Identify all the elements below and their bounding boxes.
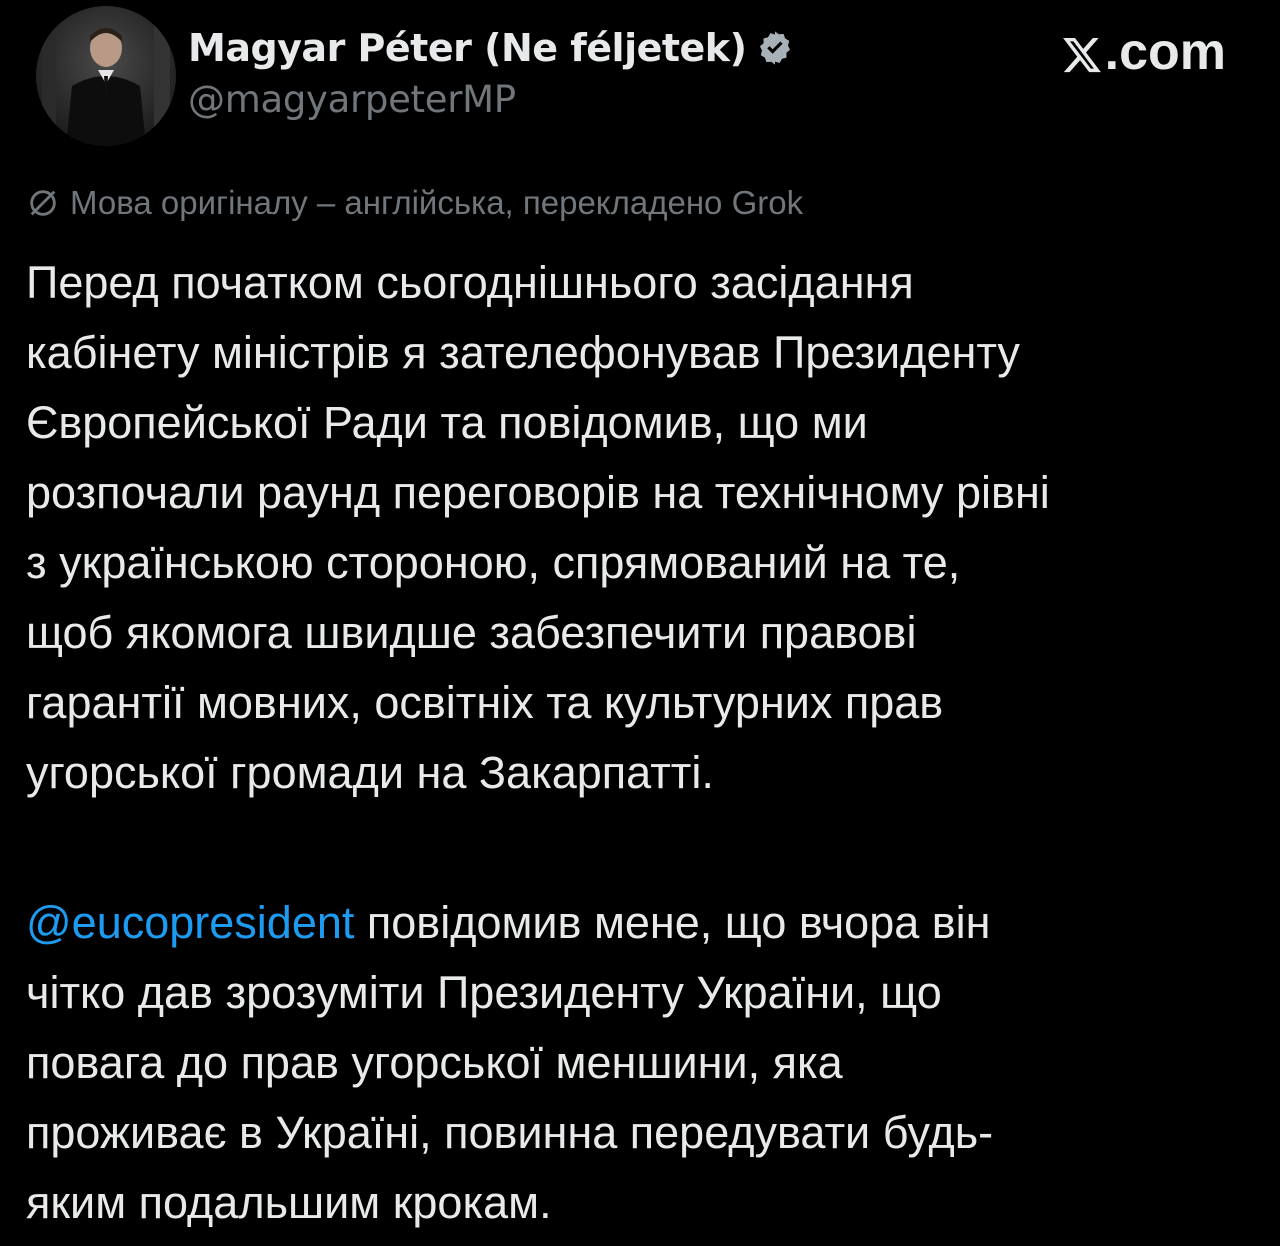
- display-name[interactable]: Magyar Péter (Ne féljetek): [188, 26, 747, 70]
- tweet-line: проживає в Україні, повинна передувати б…: [26, 1107, 994, 1158]
- tweet-line: угорської громади на Закарпатті.: [26, 747, 714, 798]
- tweet-text: Перед початком сьогоднішнього засідання …: [26, 248, 1258, 1238]
- translation-note[interactable]: Мова оригіналу – англійська, перекладено…: [26, 184, 803, 222]
- site-logo-suffix: .com: [1104, 23, 1226, 81]
- tweet-line: Перед початком сьогоднішнього засідання: [26, 257, 914, 308]
- tweet-line: яким подальшим крокам.: [26, 1177, 552, 1228]
- site-logo: .com: [1061, 22, 1226, 82]
- tweet-paragraph-1: Перед початком сьогоднішнього засідання …: [26, 248, 1258, 808]
- tweet-line: @eucopresident повідомив мене, що вчора …: [26, 888, 1258, 958]
- tweet-line: кабінету міністрів я зателефонував Прези…: [26, 327, 1020, 378]
- tweet-header: Magyar Péter (Ne féljetek) @magyarpeterM…: [24, 6, 1256, 146]
- name-row: Magyar Péter (Ne féljetek): [188, 20, 794, 76]
- tweet-line: з українською стороною, спрямований на т…: [26, 537, 961, 588]
- user-handle[interactable]: @magyarpeterMP: [188, 78, 794, 121]
- tweet-line: повага до прав угорської меншини, яка: [26, 1037, 843, 1088]
- avatar[interactable]: [36, 6, 176, 146]
- translation-note-text: Мова оригіналу – англійська, перекладено…: [70, 184, 804, 221]
- x-logo-icon: [1061, 30, 1103, 74]
- verified-badge-icon: [756, 29, 794, 67]
- mention-link[interactable]: @eucopresident: [26, 897, 354, 948]
- tweet-line: щоб якомога швидше забезпечити правові: [26, 607, 917, 658]
- tweet-line: розпочали раунд переговорів на технічном…: [26, 467, 1050, 518]
- tweet-paragraph-2: @eucopresident повідомив мене, що вчора …: [26, 888, 1258, 1238]
- globe-slash-icon: [26, 186, 60, 220]
- tweet-line: гарантії мовних, освітніх та культурних …: [26, 677, 944, 728]
- tweet-line: Європейської Ради та повідомив, що ми: [26, 397, 868, 448]
- tweet-line-rest: повідомив мене, що вчора він: [354, 897, 991, 948]
- tweet-line: чітко дав зрозуміти Президенту України, …: [26, 967, 942, 1018]
- user-info[interactable]: Magyar Péter (Ne féljetek) @magyarpeterM…: [188, 20, 794, 121]
